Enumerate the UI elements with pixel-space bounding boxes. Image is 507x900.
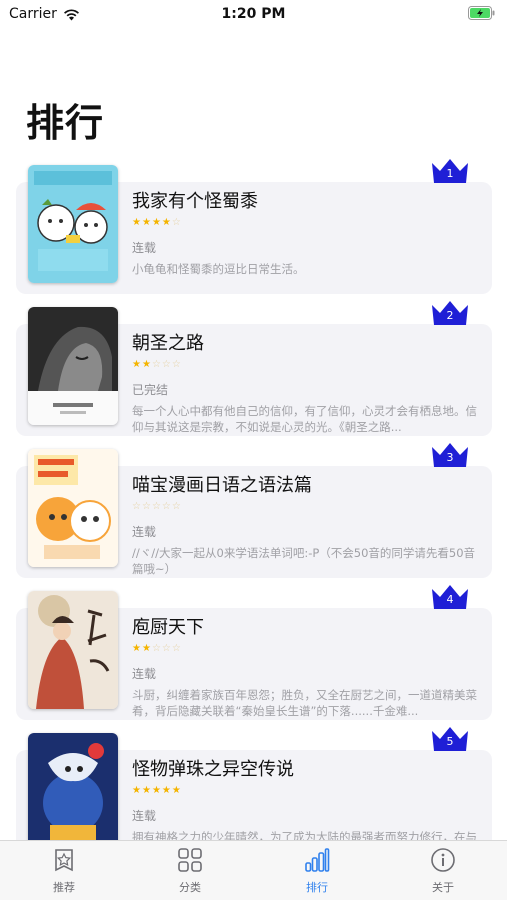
star-rating: ★ ★ ★ ★ ★	[132, 786, 477, 798]
star-icon: ★	[132, 643, 141, 654]
star-outline-icon: ☆	[132, 501, 141, 512]
comic-description: 每一个人心中都有他自己的信仰，有了信仰，心灵才会有栖息地。信仰与其说这是宗教，不…	[132, 404, 477, 434]
rank-number: 1	[446, 167, 454, 180]
cover-image	[28, 449, 118, 567]
star-outline-icon: ☆	[161, 643, 171, 654]
rank-crown-badge: 4	[430, 583, 470, 609]
tab-category[interactable]: 分类	[160, 847, 220, 897]
star-icon: ★	[141, 217, 151, 228]
battery-charging-icon	[468, 6, 495, 20]
rank-number: 5	[446, 735, 454, 748]
tab-ranking[interactable]: 排行	[287, 847, 347, 897]
star-icon: ★	[132, 359, 141, 370]
rank-crown-badge: 5	[430, 725, 470, 751]
tab-label: 推荐	[53, 881, 75, 894]
star-outline-icon: ☆	[171, 359, 181, 370]
comic-description: 斗厨，纠缠着家族百年恩怨；胜负，又全在厨艺之间，一道道精美菜肴，背后隐藏关联着“…	[132, 688, 477, 718]
publish-status: 连载	[132, 241, 157, 255]
star-icon: ★	[161, 785, 171, 796]
star-icon: ★	[141, 643, 151, 654]
rank-crown-badge: 3	[430, 441, 470, 467]
comic-title: 怪物弹珠之异空传说	[132, 759, 294, 780]
star-icon: ★	[171, 785, 181, 796]
status-time: 1:20 PM	[221, 6, 286, 22]
ranking-item[interactable]: 3 喵宝漫画日语之语法篇 ☆ ☆ ☆ ☆ ☆ 连载 //ヾ//大家一起从0来学语法单词吧…	[0, 439, 507, 581]
comic-title: 我家有个怪蜀黍	[132, 191, 258, 212]
cover-image	[28, 733, 118, 840]
star-outline-icon: ☆	[141, 501, 151, 512]
page-title: 排行	[26, 101, 105, 145]
ranking-item[interactable]: 5 怪物弹珠之异空传说 ★ ★ ★ ★ ★ 连载 拥有神格之力的少年晴然，为了成为大陆的…	[0, 723, 507, 840]
rank-crown-badge: 1	[430, 157, 470, 183]
grid-icon	[178, 848, 202, 872]
star-badge-icon	[55, 849, 73, 872]
star-outline-icon: ☆	[151, 359, 161, 370]
tab-label: 分类	[179, 881, 201, 894]
publish-status: 连载	[132, 667, 157, 681]
star-outline-icon: ☆	[151, 643, 161, 654]
tab-label: 关于	[432, 881, 454, 894]
star-icon: ★	[141, 785, 151, 796]
info-icon	[431, 848, 455, 872]
star-icon: ★	[132, 785, 141, 796]
star-outline-icon: ☆	[171, 501, 181, 512]
tab-bar: 推荐 分类 排行 关于	[0, 840, 507, 900]
status-bar: Carrier 1:20 PM	[0, 0, 507, 28]
star-rating: ★ ★ ☆ ☆ ☆	[132, 360, 477, 372]
comic-description: 拥有神格之力的少年晴然，为了成为大陆的最强者而努力修行，在与传说中的怪物成为拍档…	[132, 830, 477, 840]
cover-image	[28, 307, 118, 425]
publish-status: 连载	[132, 525, 157, 539]
star-icon: ★	[151, 217, 161, 228]
publish-status: 已完结	[132, 383, 169, 397]
star-rating: ☆ ☆ ☆ ☆ ☆	[132, 502, 477, 514]
star-outline-icon: ☆	[161, 359, 171, 370]
star-icon: ★	[151, 785, 161, 796]
ranking-item[interactable]: 1 我家有个怪蜀黍 ★ ★ ★ ★ ☆ 连载 小龟龟和怪蜀黍的逗比日常生活。	[0, 155, 507, 297]
star-outline-icon: ☆	[151, 501, 161, 512]
bar-chart-icon	[305, 848, 330, 872]
star-outline-icon: ☆	[171, 217, 181, 228]
ranking-item[interactable]: 4 庖厨天下 ★ ★ ☆ ☆ ☆ 连载 斗厨，纠缠着家族百年恩怨；胜负，又全在厨艺之间，…	[0, 581, 507, 723]
star-icon: ★	[141, 359, 151, 370]
rank-crown-badge: 2	[430, 299, 470, 325]
star-rating: ★ ★ ★ ★ ☆	[132, 218, 477, 230]
tab-about[interactable]: 关于	[413, 847, 473, 897]
comic-title: 朝圣之路	[132, 333, 204, 354]
comic-description: 小龟龟和怪蜀黍的逗比日常生活。	[132, 262, 305, 276]
cover-image	[28, 591, 118, 709]
ranking-list[interactable]: 1 我家有个怪蜀黍 ★ ★ ★ ★ ☆ 连载 小龟龟和怪蜀黍的逗比日常生活。 2…	[0, 155, 507, 840]
comic-description: //ヾ//大家一起从0来学语法单词吧:-P（不会50音的同学请先看50音篇哦~）	[132, 546, 476, 576]
star-rating: ★ ★ ☆ ☆ ☆	[132, 644, 477, 656]
comic-title: 庖厨天下	[132, 617, 204, 638]
rank-number: 3	[446, 451, 454, 464]
comic-title: 喵宝漫画日语之语法篇	[132, 475, 312, 496]
star-outline-icon: ☆	[161, 501, 171, 512]
rank-number: 4	[446, 593, 454, 606]
ranking-item[interactable]: 2 朝圣之路 ★ ★ ☆ ☆ ☆ 已完结 每一个人心中都有他自己的信仰，有了信仰，心灵才…	[0, 297, 507, 439]
tab-recommend[interactable]: 推荐	[34, 847, 94, 897]
star-icon: ★	[132, 217, 141, 228]
cover-image	[28, 165, 118, 283]
tab-label: 排行	[306, 881, 328, 894]
rank-number: 2	[446, 309, 454, 322]
star-outline-icon: ☆	[171, 643, 181, 654]
star-icon: ★	[161, 217, 171, 228]
publish-status: 连载	[132, 809, 157, 823]
